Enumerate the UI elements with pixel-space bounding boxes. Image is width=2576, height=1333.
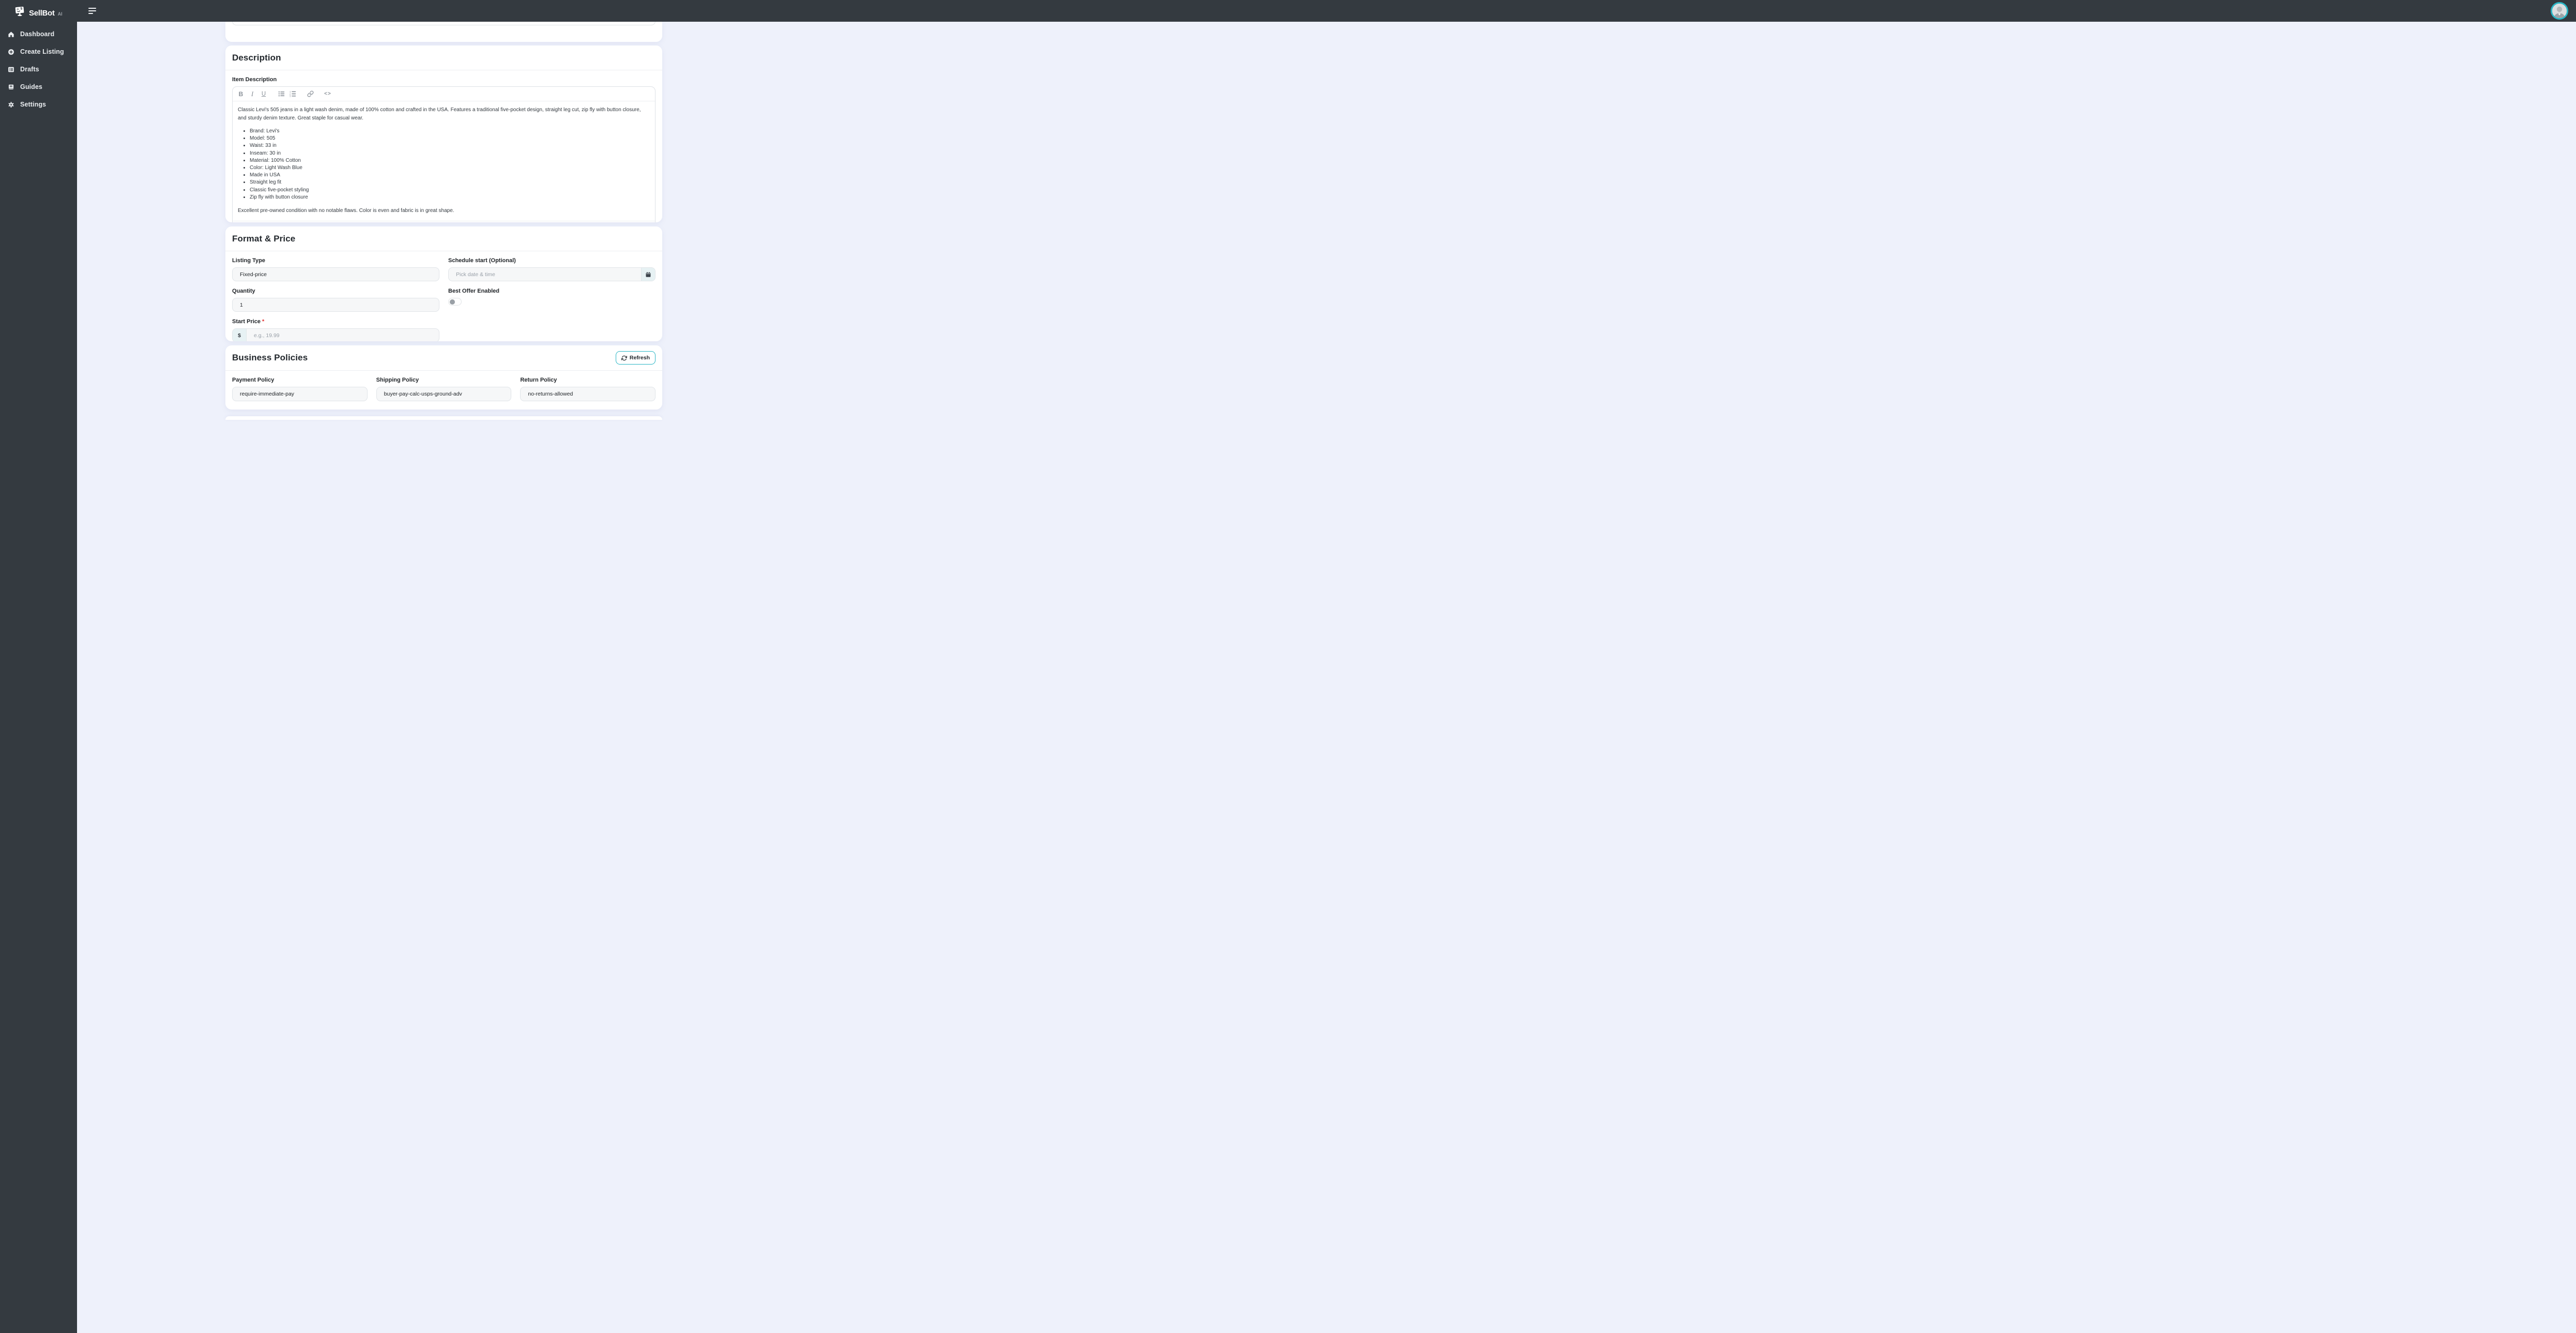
- refresh-button[interactable]: Refresh: [615, 351, 656, 365]
- description-card: Description Item Description B I U 1 2 3…: [225, 46, 662, 222]
- schedule-start-field: Schedule start (Optional): [448, 257, 656, 281]
- bullet-item: Straight leg fit: [250, 179, 650, 186]
- bullet-item: Brand: Levi's: [250, 128, 650, 134]
- next-card-sliver: [225, 416, 662, 420]
- format-price-title: Format & Price: [232, 234, 296, 244]
- description-title: Description: [232, 53, 281, 63]
- bullet-item: Inseam: 30 in: [250, 150, 650, 157]
- required-asterisk: *: [262, 319, 265, 325]
- calendar-icon: [646, 271, 651, 277]
- return-policy-field: Return Policy: [520, 377, 656, 401]
- editor-toolbar: B I U 1 2 3 <>: [233, 87, 655, 101]
- shipping-policy-label: Shipping Policy: [376, 377, 419, 383]
- start-price-label: Start Price *: [232, 319, 265, 325]
- top-bar: $ SellBot AI: [0, 0, 2576, 22]
- link-icon[interactable]: [305, 88, 315, 100]
- sidebar-item-create-listing[interactable]: Create Listing: [0, 43, 77, 60]
- brand-suffix: AI: [57, 11, 63, 17]
- best-offer-field: Best Offer Enabled: [448, 288, 656, 312]
- sidebar-item-label: Dashboard: [20, 31, 55, 38]
- description-condition: Excellent pre-owned condition with no no…: [238, 207, 454, 214]
- bullet-item: Waist: 33 in: [250, 143, 650, 149]
- editor-content[interactable]: Classic Levi's 505 jeans in a light wash…: [233, 101, 655, 221]
- code-icon[interactable]: <>: [323, 88, 333, 100]
- return-policy-input[interactable]: [520, 387, 656, 401]
- sellbot-monitor-icon: $: [15, 6, 24, 16]
- business-policies-card: Business Policies Refresh Payment Policy: [225, 345, 662, 410]
- shipping-policy-field: Shipping Policy: [376, 377, 512, 401]
- user-silhouette-icon: [2552, 4, 2567, 18]
- refresh-icon: [621, 355, 627, 360]
- currency-prefix: $: [233, 329, 247, 341]
- svg-text:3: 3: [289, 95, 291, 97]
- listing-type-input[interactable]: [232, 267, 439, 281]
- bullet-item: Model: 505: [250, 135, 650, 142]
- bullet-item: Color: Light Wash Blue: [250, 165, 650, 171]
- rich-text-editor: B I U 1 2 3 <> Classic Levi's 505 jeans …: [232, 86, 656, 222]
- cutoff-card: [225, 22, 662, 42]
- bullet-item: Classic five-pocket styling: [250, 187, 650, 193]
- payment-policy-input[interactable]: [232, 387, 368, 401]
- sidebar-item-settings[interactable]: Settings: [0, 96, 77, 113]
- list-icon: [8, 67, 14, 72]
- payment-policy-field: Payment Policy: [232, 377, 368, 401]
- sidebar-item-guides[interactable]: Guides: [0, 78, 77, 96]
- payment-policy-label: Payment Policy: [232, 377, 275, 383]
- numbered-list-icon[interactable]: 1 2 3: [287, 88, 298, 100]
- bold-icon[interactable]: B: [236, 88, 246, 100]
- sidebar-item-drafts[interactable]: Drafts: [0, 60, 77, 78]
- listing-type-label: Listing Type: [232, 257, 265, 264]
- hamburger-menu-icon[interactable]: [86, 6, 98, 16]
- quantity-input[interactable]: [232, 298, 439, 312]
- book-icon: [8, 84, 14, 90]
- bullet-item: Zip fly with button closure: [250, 194, 650, 201]
- sidebar: Dashboard Create Listing Drafts Guides S…: [0, 22, 77, 1333]
- brand-logo: $ SellBot AI: [0, 5, 77, 17]
- main-content: Description Item Description B I U 1 2 3…: [77, 0, 811, 420]
- bullet-item: Material: 100% Cotton: [250, 158, 650, 164]
- italic-icon[interactable]: I: [247, 88, 257, 100]
- sidebar-item-label: Drafts: [20, 66, 39, 73]
- sidebar-item-label: Create Listing: [20, 48, 64, 55]
- cutoff-input[interactable]: [232, 22, 656, 25]
- bullet-item: Made in USA: [250, 172, 650, 178]
- description-bullet-list: Brand: Levi's Model: 505 Waist: 33 in In…: [238, 128, 650, 201]
- description-intro: Classic Levi's 505 jeans in a light wash…: [238, 107, 641, 121]
- underline-icon[interactable]: U: [258, 88, 269, 100]
- format-price-card: Format & Price Listing Type Schedule sta…: [225, 226, 662, 341]
- listing-type-field: Listing Type: [232, 257, 439, 281]
- start-price-field: Start Price * $: [232, 319, 439, 341]
- bullet-list-icon[interactable]: [276, 88, 286, 100]
- business-policies-title: Business Policies: [232, 353, 308, 362]
- schedule-start-input[interactable]: [449, 268, 641, 281]
- item-description-label: Item Description: [232, 77, 277, 83]
- best-offer-label: Best Offer Enabled: [448, 288, 500, 294]
- shipping-policy-input[interactable]: [376, 387, 512, 401]
- schedule-start-label: Schedule start (Optional): [448, 257, 516, 264]
- avatar[interactable]: [2551, 2, 2568, 20]
- sidebar-item-dashboard[interactable]: Dashboard: [0, 25, 77, 43]
- brand-name: SellBot: [29, 8, 55, 18]
- sidebar-item-label: Guides: [20, 83, 42, 90]
- sidebar-item-label: Settings: [20, 101, 47, 108]
- refresh-label: Refresh: [629, 355, 650, 361]
- return-policy-label: Return Policy: [520, 377, 557, 383]
- plus-circle-icon: [8, 49, 14, 55]
- best-offer-toggle[interactable]: [448, 298, 462, 306]
- calendar-button[interactable]: [641, 268, 655, 281]
- home-icon: [8, 31, 14, 37]
- gear-icon: [8, 101, 14, 108]
- quantity-label: Quantity: [232, 288, 255, 294]
- quantity-field: Quantity: [232, 288, 439, 312]
- start-price-input[interactable]: [247, 329, 439, 341]
